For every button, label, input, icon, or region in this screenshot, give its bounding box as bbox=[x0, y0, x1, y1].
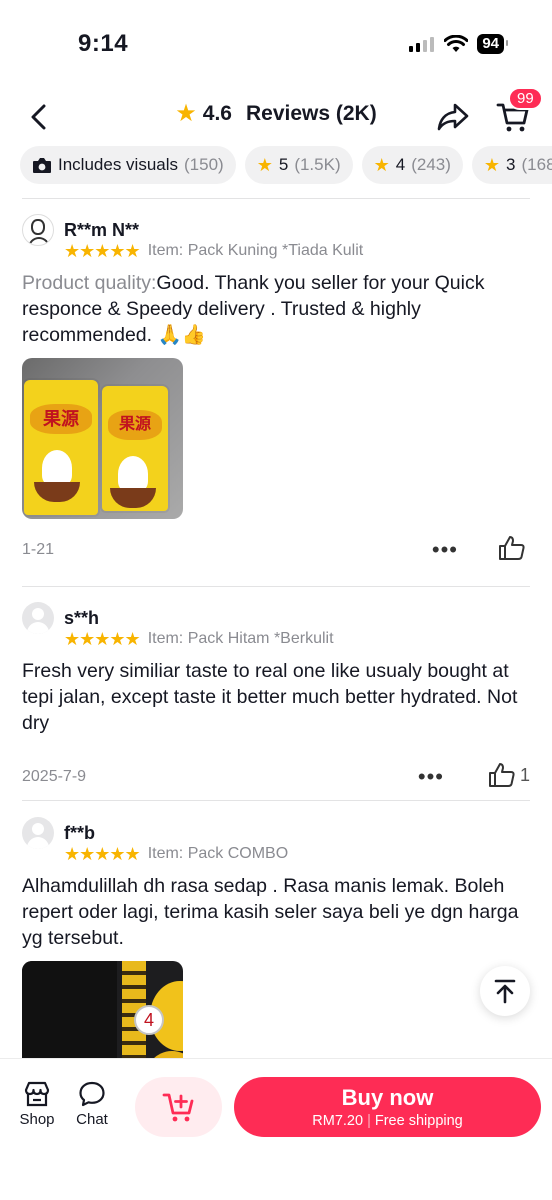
shop-button[interactable]: Shop bbox=[12, 1081, 62, 1128]
header: ★ 4.6 Reviews (2K) bbox=[0, 90, 552, 142]
filter-chips: Includes visuals (150) ★ 5 (1.5K) ★ 4 (2… bbox=[20, 146, 552, 186]
review-body: Alhamdulillah dh rasa sedap . Rasa manis… bbox=[22, 875, 519, 949]
review-text: Fresh very similiar taste to real one li… bbox=[22, 658, 530, 736]
signal-icon bbox=[409, 37, 435, 52]
status-time: 9:14 bbox=[78, 30, 129, 57]
shop-icon bbox=[24, 1081, 50, 1107]
review-date: 2025-7-9 bbox=[22, 768, 87, 785]
status-icons: 94 bbox=[409, 34, 508, 54]
filter-count: (243) bbox=[411, 155, 451, 174]
star-icon: ★ bbox=[483, 154, 501, 175]
filter-count: (150) bbox=[184, 155, 224, 174]
rating-stars: ★★★★★ bbox=[64, 843, 141, 864]
add-to-cart-button[interactable] bbox=[135, 1077, 222, 1137]
arrow-up-icon bbox=[494, 979, 516, 1004]
review-prefix: Product quality: bbox=[22, 272, 157, 294]
filter-label: 3 bbox=[506, 155, 516, 174]
reviewer-name: f**b bbox=[64, 822, 95, 843]
star-icon: ★ bbox=[256, 154, 273, 175]
review-footer: 1-21 ••• bbox=[22, 535, 530, 565]
item-variant: Item: Pack COMBO bbox=[147, 845, 289, 862]
review-item: s**h ★★★★★ Item: Pack Hitam *Berkulit Fr… bbox=[22, 602, 530, 792]
review-item: R**m N** ★★★★★ Item: Pack Kuning *Tiada … bbox=[22, 214, 530, 565]
photo-label: 果源 bbox=[30, 404, 92, 434]
reviewer-name: s**h bbox=[64, 607, 100, 628]
filter-count: (1.5K) bbox=[294, 155, 341, 174]
rating-row: ★★★★★ Item: Pack COMBO bbox=[64, 843, 530, 865]
bottom-action-bar: Shop Chat Buy now RM7.20 | Free shipping bbox=[0, 1058, 552, 1200]
chat-label: Chat bbox=[76, 1111, 108, 1128]
item-variant: Item: Pack Kuning *Tiada Kulit bbox=[147, 242, 364, 259]
filter-4-star[interactable]: ★ 4 (243) bbox=[361, 146, 463, 184]
filter-3-star[interactable]: ★ 3 (168) bbox=[471, 146, 552, 184]
like-button[interactable] bbox=[498, 535, 530, 561]
divider bbox=[22, 198, 530, 199]
shipping-info: Free shipping bbox=[374, 1113, 463, 1129]
buy-now-button[interactable]: Buy now RM7.20 | Free shipping bbox=[234, 1077, 541, 1137]
scroll-to-top-button[interactable] bbox=[480, 966, 530, 1016]
rating-stars: ★★★★★ bbox=[64, 628, 141, 649]
reviewer-name: R**m N** bbox=[64, 219, 140, 240]
review-text: Product quality:Good. Thank you seller f… bbox=[22, 270, 530, 348]
rating-row: ★★★★★ Item: Pack Kuning *Tiada Kulit bbox=[64, 240, 530, 262]
divider bbox=[22, 800, 530, 801]
star-icon: ★ bbox=[373, 154, 390, 175]
more-icon[interactable]: ••• bbox=[418, 764, 444, 790]
buy-now-subtitle: RM7.20 | Free shipping bbox=[312, 1113, 463, 1129]
review-date: 1-21 bbox=[22, 541, 55, 558]
price: RM7.20 bbox=[312, 1113, 364, 1129]
more-icon[interactable]: ••• bbox=[432, 537, 458, 563]
thumbs-up-icon bbox=[488, 763, 515, 787]
photo-label: 4 bbox=[134, 1005, 164, 1035]
avatar bbox=[22, 214, 54, 246]
rating-row: ★★★★★ Item: Pack Hitam *Berkulit bbox=[64, 628, 530, 650]
filter-5-star[interactable]: ★ 5 (1.5K) bbox=[244, 146, 353, 184]
cart-badge: 99 bbox=[508, 87, 543, 110]
add-cart-icon bbox=[162, 1093, 193, 1122]
like-button[interactable]: 1 bbox=[488, 762, 530, 788]
battery-indicator: 94 bbox=[477, 34, 508, 54]
chat-icon bbox=[79, 1081, 105, 1107]
avatar bbox=[22, 602, 54, 634]
camera-icon bbox=[33, 158, 51, 173]
filter-label: 4 bbox=[395, 155, 406, 174]
review-item: f**b ★★★★★ Item: Pack COMBO Alhamdulilla… bbox=[22, 817, 530, 1059]
like-count: 1 bbox=[519, 764, 530, 785]
average-rating: 4.6 bbox=[202, 102, 232, 125]
reviews-title: Reviews (2K) bbox=[246, 102, 377, 125]
shop-label: Shop bbox=[19, 1111, 55, 1128]
review-footer: 2025-7-9 ••• 1 bbox=[22, 762, 530, 792]
chat-button[interactable]: Chat bbox=[67, 1081, 117, 1128]
thumbs-up-icon bbox=[499, 536, 525, 560]
share-icon bbox=[437, 103, 469, 131]
status-bar: 9:14 94 bbox=[0, 0, 552, 90]
rating-stars: ★★★★★ bbox=[64, 240, 141, 261]
divider bbox=[22, 586, 530, 587]
buy-now-label: Buy now bbox=[341, 1085, 434, 1110]
review-photo[interactable]: 果源 果源 bbox=[22, 358, 183, 519]
filter-label: Includes visuals bbox=[58, 155, 179, 174]
item-variant: Item: Pack Hitam *Berkulit bbox=[147, 630, 334, 647]
filter-includes-visuals[interactable]: Includes visuals (150) bbox=[20, 146, 236, 184]
review-body: Fresh very similiar taste to real one li… bbox=[22, 660, 518, 734]
avatar bbox=[22, 817, 54, 849]
star-icon: ★ bbox=[175, 100, 197, 127]
wifi-icon bbox=[444, 35, 469, 52]
share-button[interactable] bbox=[434, 98, 472, 136]
filter-label: 5 bbox=[278, 155, 289, 174]
review-photo[interactable]: 4 bbox=[22, 961, 183, 1059]
filter-count: (168) bbox=[521, 155, 552, 174]
review-text: Alhamdulillah dh rasa sedap . Rasa manis… bbox=[22, 873, 530, 951]
